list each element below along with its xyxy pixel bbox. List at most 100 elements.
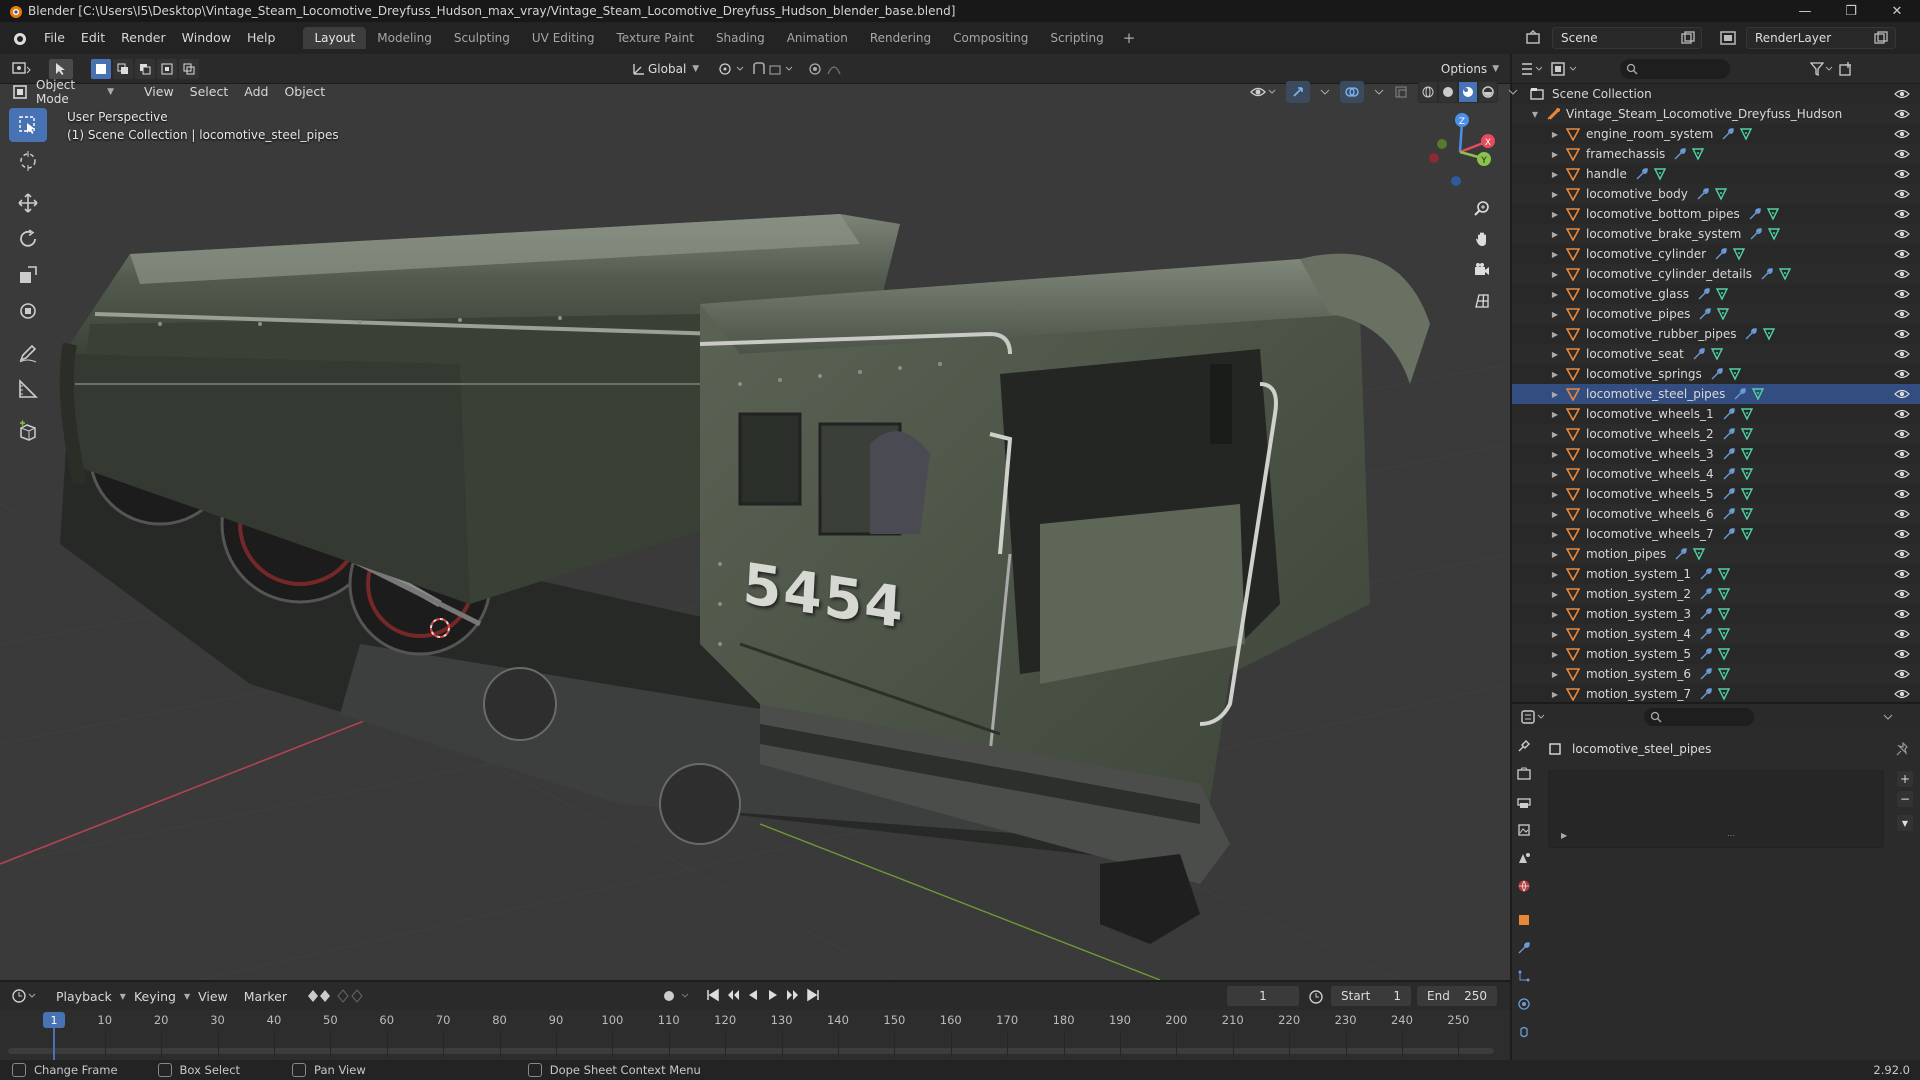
visibility-eye-icon[interactable] [1894,288,1910,300]
pin-icon[interactable] [1896,742,1910,756]
expand-triangle-icon[interactable]: ▶ [1550,330,1560,339]
copy-layer-icon[interactable] [1874,31,1888,45]
start-frame-field[interactable]: Start 1 [1330,985,1412,1007]
tab-compositing[interactable]: Compositing [942,27,1039,49]
output-tab[interactable] [1512,788,1536,816]
jump-end-icon[interactable] [806,988,820,1002]
transform-tool[interactable] [9,294,47,328]
select-extend-mode[interactable] [112,58,134,80]
end-frame-field[interactable]: End 250 [1416,985,1498,1007]
list-menu-button[interactable]: ▼ [1896,814,1914,832]
visibility-eye-icon[interactable] [1894,668,1910,680]
menu-file[interactable]: File [36,22,73,54]
select-invert-mode[interactable] [156,58,178,80]
mesh-data-icon[interactable] [1653,167,1667,181]
add-cube-tool[interactable] [9,414,47,448]
modifier-wrench-icon[interactable] [1699,587,1713,601]
mesh-data-icon[interactable] [1692,547,1706,561]
outliner-object-row[interactable]: ▶ locomotive_wheels_6 [1512,504,1920,524]
outliner-object-row[interactable]: ▶ motion_system_6 [1512,664,1920,684]
visibility-eye-icon[interactable] [1894,528,1910,540]
modifier-tab[interactable] [1512,934,1536,962]
visibility-eye-icon[interactable] [1894,228,1910,240]
modifier-wrench-icon[interactable] [1744,327,1758,341]
outliner-search-input[interactable] [1620,58,1730,79]
preview-range-clock-icon[interactable] [1308,989,1324,1005]
expand-triangle-icon[interactable]: ▶ [1550,270,1560,279]
mesh-data-icon[interactable] [1717,587,1731,601]
move-tool[interactable] [9,186,47,220]
properties-editor-icon[interactable] [1520,709,1546,725]
collapse-triangle-icon[interactable]: ▼ [1530,110,1540,119]
mesh-data-icon[interactable] [1739,127,1753,141]
visibility-eye-icon[interactable] [1894,608,1910,620]
visibility-eye-icon[interactable] [1894,568,1910,580]
expand-triangle-icon[interactable]: ▶ [1550,350,1560,359]
modifier-wrench-icon[interactable] [1699,667,1713,681]
visibility-eye-icon[interactable] [1894,148,1910,160]
outliner-editor-icon[interactable] [1520,61,1542,77]
visibility-eye-icon[interactable] [1894,188,1910,200]
scene-tab[interactable] [1512,844,1536,872]
gizmo-toggle-button[interactable] [1286,81,1310,103]
outliner-object-row[interactable]: ▶ engine_room_system [1512,124,1920,144]
expand-triangle-icon[interactable]: ▶ [1550,150,1560,159]
visibility-eye-icon[interactable] [1894,428,1910,440]
3d-viewport[interactable]: 5454 User Perspective (1) Scene Collecti… [0,84,1510,980]
annotate-tool[interactable] [9,336,47,370]
snap-icon[interactable] [752,62,796,76]
menu-marker[interactable]: Marker [236,989,295,1004]
mesh-data-icon[interactable] [1732,247,1746,261]
visibility-eye-icon[interactable] [1894,648,1910,660]
zoom-button[interactable] [1468,194,1496,222]
mesh-data-icon[interactable] [1740,407,1754,421]
tab-rendering[interactable]: Rendering [859,27,942,49]
outliner-object-row[interactable]: ▶ locomotive_body [1512,184,1920,204]
expand-triangle-icon[interactable]: ▶ [1561,831,1567,840]
menu-keying[interactable]: Keying [126,989,184,1004]
menu-help[interactable]: Help [239,22,284,54]
modifier-wrench-icon[interactable] [1749,227,1763,241]
outliner-object-row[interactable]: ▶ locomotive_wheels_3 [1512,444,1920,464]
expand-triangle-icon[interactable]: ▶ [1550,290,1560,299]
expand-triangle-icon[interactable]: ▶ [1550,230,1560,239]
modifier-wrench-icon[interactable] [1722,507,1736,521]
outliner-object-row[interactable]: ▶ framechassis [1512,144,1920,164]
modifier-wrench-icon[interactable] [1699,567,1713,581]
chevron-down-icon[interactable] [1374,87,1384,97]
chevron-down-icon[interactable] [1882,711,1894,723]
visibility-eye-icon[interactable] [1894,588,1910,600]
modifier-wrench-icon[interactable] [1697,287,1711,301]
blender-menu-icon[interactable] [10,29,28,47]
mesh-data-icon[interactable] [1740,447,1754,461]
mesh-data-icon[interactable] [1740,467,1754,481]
chevron-down-icon[interactable] [1508,87,1518,97]
prev-keyframe-icon[interactable] [726,988,740,1002]
object-tab[interactable] [1512,906,1536,934]
visibility-eye-icon[interactable] [1894,348,1910,360]
mesh-data-icon[interactable] [1717,647,1731,661]
next-keyframe-icon[interactable] [786,988,800,1002]
outliner-object-row[interactable]: ▶ motion_system_4 [1512,624,1920,644]
modifier-wrench-icon[interactable] [1722,527,1736,541]
mesh-data-icon[interactable] [1766,207,1780,221]
copy-scene-icon[interactable] [1681,31,1695,45]
outliner-object-row[interactable]: ▶ locomotive_wheels_4 [1512,464,1920,484]
modifier-wrench-icon[interactable] [1699,647,1713,661]
ortho-toggle-button[interactable] [1468,287,1496,315]
overlays-toggle-button[interactable] [1340,81,1364,103]
visibility-eye-icon[interactable] [1894,208,1910,220]
modifier-wrench-icon[interactable] [1721,127,1735,141]
timeline-scrollbar[interactable] [8,1048,1494,1054]
visibility-eye-icon[interactable] [1894,248,1910,260]
tab-modeling[interactable]: Modeling [366,27,443,49]
editor-type-icon[interactable] [12,60,32,78]
outliner-object-row[interactable]: ▶ motion_system_2 [1512,584,1920,604]
measure-tool[interactable] [9,372,47,406]
close-button[interactable]: ✕ [1874,0,1920,22]
properties-list-box[interactable]: ▶ ⋯ [1548,770,1884,848]
timeline-ruler[interactable]: 1102030405060708090100110120130140150160… [0,1010,1510,1030]
mesh-data-icon[interactable] [1717,667,1731,681]
pan-button[interactable] [1468,225,1496,253]
add-workspace-button[interactable]: + [1115,29,1144,47]
